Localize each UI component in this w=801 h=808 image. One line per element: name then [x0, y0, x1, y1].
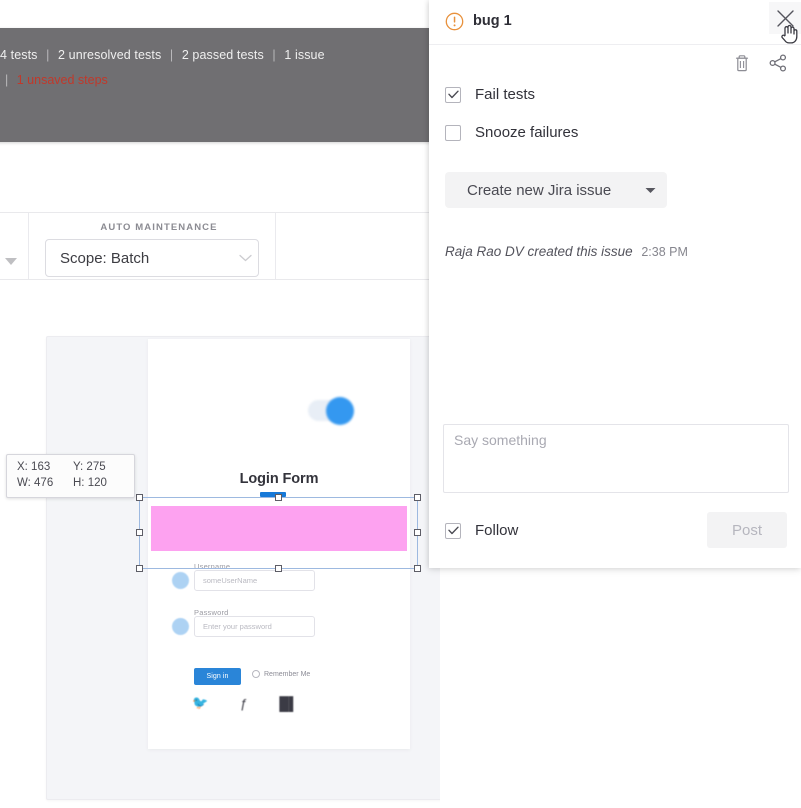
test-status-bar: 4 tests | 2 unresolved tests | 2 passed …	[0, 28, 440, 142]
status-item-passed: 2 passed tests	[181, 48, 264, 62]
status-separator: |	[272, 48, 276, 62]
status-item-unresolved: 2 unresolved tests	[58, 48, 162, 62]
username-input[interactable]: someUserName	[194, 570, 315, 591]
comment-placeholder: Say something	[454, 432, 547, 448]
resize-handle-n[interactable]	[275, 494, 282, 501]
lock-avatar-icon	[172, 618, 189, 635]
issue-title: bug 1	[473, 13, 512, 29]
twitter-icon[interactable]: 🐦	[192, 695, 208, 711]
status-item-tests: 4 tests	[0, 48, 38, 62]
chevron-down-icon	[232, 254, 258, 262]
facebook-icon[interactable]: ƒ	[240, 696, 247, 711]
resize-handle-s[interactable]	[275, 565, 282, 572]
brand-toggle-graphic	[308, 397, 354, 425]
activity-author: Raja Rao DV created this issue	[445, 244, 633, 259]
follow-checkbox[interactable]	[445, 522, 461, 539]
editor-toolbar: AUTO MAINTENANCE Scope: Batch	[0, 212, 440, 280]
background-app: 4 tests | 2 unresolved tests | 2 passed …	[0, 0, 440, 808]
resize-handle-w[interactable]	[136, 529, 143, 536]
linkedin-icon[interactable]: █▌	[279, 696, 297, 711]
login-form-title: Login Form	[239, 471, 319, 487]
remember-me-row[interactable]: Remember Me	[252, 670, 310, 678]
resize-handle-e[interactable]	[414, 529, 421, 536]
create-jira-issue-dropdown[interactable]: Create new Jira issue	[445, 172, 667, 208]
resize-handle-se[interactable]	[414, 565, 421, 572]
scope-select-value: Scope: Batch	[60, 249, 150, 267]
selection-bounding-box[interactable]	[139, 497, 418, 569]
status-separator: |	[46, 48, 50, 62]
test-status-summary: 4 tests | 2 unresolved tests | 2 passed …	[0, 48, 420, 62]
pointer-hand-cursor	[777, 22, 801, 46]
follow-label: Follow	[475, 522, 519, 539]
social-links-row: 🐦 ƒ █▌	[192, 695, 302, 711]
resize-handle-ne[interactable]	[414, 494, 421, 501]
caret-down-icon[interactable]	[4, 253, 18, 265]
share-icon[interactable]	[767, 52, 791, 76]
post-button[interactable]: Post	[707, 512, 787, 548]
toolbar-divider	[28, 213, 29, 279]
unsaved-steps-label[interactable]: 1 unsaved steps	[17, 73, 108, 87]
remember-me-label: Remember Me	[264, 670, 311, 678]
toolbar-divider	[275, 213, 276, 279]
coord-x: X: 163	[17, 461, 51, 473]
password-input[interactable]: Enter your password	[194, 616, 315, 637]
resize-handle-nw[interactable]	[136, 494, 143, 501]
fail-tests-row[interactable]: Fail tests	[445, 86, 535, 103]
issue-actions	[429, 52, 801, 82]
issue-panel-header: bug 1	[429, 0, 801, 45]
caret-down-icon	[633, 187, 667, 194]
coord-y: Y: 275	[73, 461, 106, 473]
scope-select[interactable]: Scope: Batch	[45, 239, 259, 277]
create-jira-issue-label: Create new Jira issue	[467, 181, 612, 199]
comment-input[interactable]: Say something	[443, 424, 789, 493]
alert-circle-icon	[445, 12, 464, 31]
sign-in-button[interactable]: Sign in	[194, 668, 241, 685]
activity-entry: Raja Rao DV created this issue 2:38 PM	[445, 244, 785, 259]
coordinates-tooltip: X: 163 Y: 275 W: 476 H: 120	[6, 454, 135, 498]
fail-tests-checkbox[interactable]	[445, 86, 461, 103]
snooze-failures-checkbox[interactable]	[445, 124, 461, 141]
fail-tests-label: Fail tests	[475, 86, 536, 103]
status-separator: |	[5, 73, 9, 87]
activity-time: 2:38 PM	[641, 245, 688, 259]
coord-w: W: 476	[17, 477, 54, 489]
resize-handle-sw[interactable]	[136, 565, 143, 572]
status-separator: |	[169, 48, 174, 62]
status-item-issue: 1 issue	[284, 48, 325, 62]
follow-row[interactable]: Follow	[445, 522, 518, 539]
remember-me-checkbox[interactable]	[252, 670, 260, 678]
trash-icon[interactable]	[731, 52, 755, 76]
snooze-failures-row[interactable]: Snooze failures	[445, 124, 578, 141]
issue-detail-panel: bug 1 Fail tests Snooze failures Create …	[429, 0, 801, 568]
snooze-failures-label: Snooze failures	[475, 124, 579, 141]
auto-maintenance-group: AUTO MAINTENANCE Scope: Batch	[44, 213, 274, 279]
user-avatar-icon	[172, 572, 189, 589]
coord-h: H: 120	[73, 477, 107, 489]
unsaved-steps-row: | 1 unsaved steps	[0, 73, 420, 87]
auto-maintenance-label: AUTO MAINTENANCE	[100, 222, 218, 233]
